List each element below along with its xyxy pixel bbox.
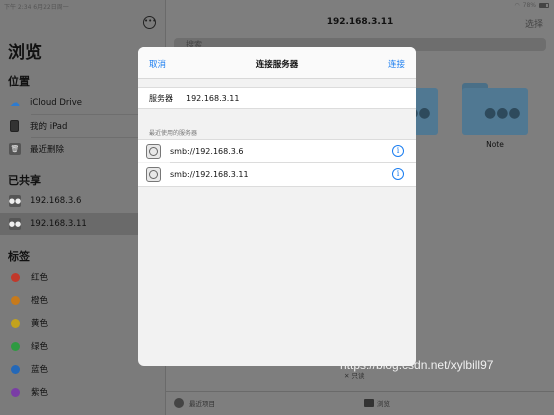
recent-server-url: smb://192.168.3.11 [170, 170, 249, 179]
tag-dot [11, 272, 20, 282]
dialog-title: 连接服务器 [255, 60, 299, 70]
connect-button[interactable]: 连接 [388, 58, 405, 70]
tag-label: 紫色 [31, 388, 49, 398]
server-label: 服务器 [149, 93, 173, 103]
sidebar-tag-purple[interactable]: 紫色 [0, 381, 166, 403]
tag-dot [11, 295, 20, 305]
page-title: 192.168.3.11 [326, 17, 394, 27]
battery-percent: 78% [522, 2, 536, 9]
select-button[interactable]: 选择 [525, 17, 543, 30]
ipad-icon [10, 120, 19, 132]
sidebar-item-label: 192.168.3.11 [30, 219, 87, 229]
tag-label: 绿色 [31, 342, 49, 352]
cloud-icon: ☁ [10, 97, 20, 109]
folder-item-note[interactable]: ●●● [462, 83, 528, 135]
ellipsis-icon[interactable]: ••• [143, 16, 156, 29]
watermark: https://blog.csdn.net/xylbill97 [340, 358, 494, 372]
wifi-icon: ◠ [514, 2, 520, 9]
tag-label: 蓝色 [31, 365, 49, 375]
tag-dot [11, 387, 20, 397]
section-tags: 标签 [8, 250, 30, 263]
server-icon: ●● [8, 218, 22, 230]
tag-dot [11, 318, 20, 328]
tag-dot [11, 341, 20, 351]
battery-icon [539, 3, 549, 8]
sidebar-title: 浏览 [8, 43, 42, 63]
server-field[interactable]: 服务器 192.168.3.11 [138, 87, 416, 109]
server-input[interactable]: 192.168.3.11 [186, 94, 239, 103]
clock-icon [174, 398, 184, 408]
tag-label: 黄色 [31, 319, 49, 329]
sidebar-item-label: iCloud Drive [30, 98, 83, 108]
connect-server-dialog: 取消 连接服务器 连接 服务器 192.168.3.11 最近使用的服务器 sm… [138, 47, 416, 366]
section-locations: 位置 [8, 75, 30, 88]
recent-servers-header: 最近使用的服务器 [149, 130, 198, 137]
trash-icon: 🗑 [9, 143, 21, 155]
dialog-header: 取消 连接服务器 连接 [138, 47, 416, 79]
tab-bar: 最近项目 浏览 [166, 391, 554, 415]
tag-label: 橙色 [31, 296, 49, 306]
sidebar-item-label: 最近删除 [30, 145, 65, 155]
sidebar-item-label: 192.168.3.6 [30, 196, 82, 206]
tab-recent[interactable]: 最近项目 [174, 398, 215, 408]
pencil-slash-icon: ✕ [344, 372, 350, 380]
server-icon [146, 167, 161, 182]
status-time: 下午 2:34 6月22日周一 [4, 4, 69, 11]
folder-label: Note [486, 140, 504, 149]
shared-folder-icon: ●●● [484, 105, 521, 121]
server-icon [146, 143, 161, 159]
tab-browse[interactable]: 浏览 [364, 398, 390, 408]
status-bar: 下午 2:34 6月22日周一 ◠ 78% [0, 0, 554, 11]
tag-dot [11, 364, 20, 374]
folder-icon [364, 399, 374, 407]
section-shared: 已共享 [8, 174, 41, 187]
recent-server-item[interactable]: smb://192.168.3.11 i [138, 163, 416, 186]
recent-server-item[interactable]: smb://192.168.3.6 i [138, 139, 416, 162]
recent-server-url: smb://192.168.3.6 [170, 146, 244, 156]
server-icon: ●● [8, 195, 22, 207]
info-icon[interactable]: i [392, 168, 404, 180]
sidebar-item-label: 我的 iPad [30, 122, 68, 132]
info-icon[interactable]: i [392, 145, 404, 157]
tag-label: 红色 [31, 273, 49, 283]
